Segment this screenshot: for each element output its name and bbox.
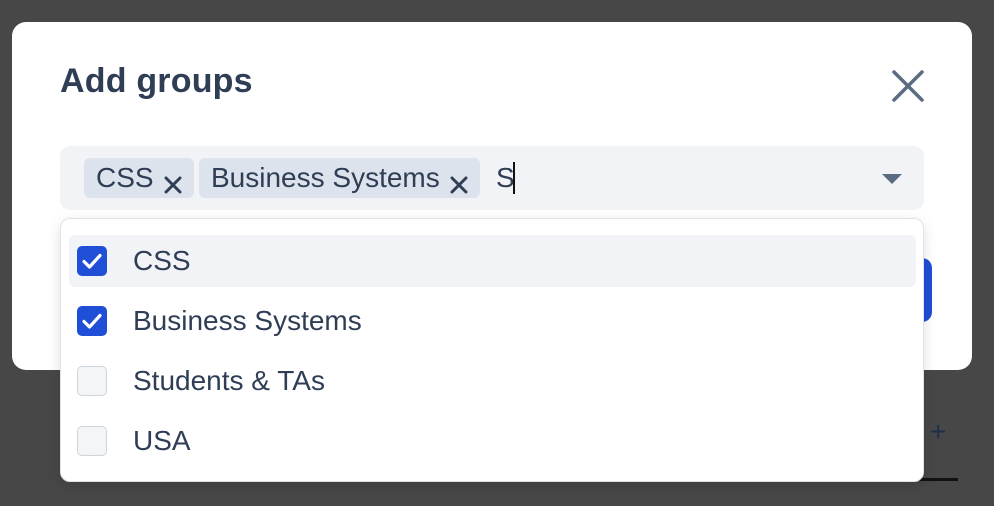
remove-chip-icon[interactable] — [450, 169, 468, 194]
modal-title: Add groups — [60, 62, 253, 100]
option-css[interactable]: CSS — [69, 235, 916, 287]
option-label: Students & TAs — [133, 365, 325, 396]
groups-multiselect[interactable]: CSS Business Systems S — [60, 146, 924, 210]
background-add-icon: + — [930, 416, 947, 447]
option-label: CSS — [133, 245, 191, 276]
groups-dropdown-list: CSS Business Systems Students & TAs USA — [60, 218, 924, 482]
chip-label: Business Systems — [211, 162, 440, 193]
checkbox-unchecked[interactable] — [77, 426, 107, 456]
remove-chip-icon[interactable] — [164, 169, 182, 194]
option-usa[interactable]: USA — [69, 415, 916, 467]
checkbox-checked[interactable] — [77, 246, 107, 276]
chip-label: CSS — [96, 162, 154, 193]
option-label: USA — [133, 425, 191, 456]
checkbox-checked[interactable] — [77, 306, 107, 336]
option-students-tas[interactable]: Students & TAs — [69, 355, 916, 407]
caret-down-icon[interactable] — [880, 172, 904, 186]
chip-business-systems: Business Systems — [199, 158, 480, 198]
background-tab-underline — [918, 478, 958, 481]
checkbox-unchecked[interactable] — [77, 366, 107, 396]
close-icon[interactable] — [888, 66, 928, 106]
search-input[interactable]: S — [496, 160, 515, 196]
option-label: Business Systems — [133, 305, 362, 336]
text-caret — [513, 162, 515, 194]
option-business-systems[interactable]: Business Systems — [69, 295, 916, 347]
chip-css: CSS — [84, 158, 194, 198]
